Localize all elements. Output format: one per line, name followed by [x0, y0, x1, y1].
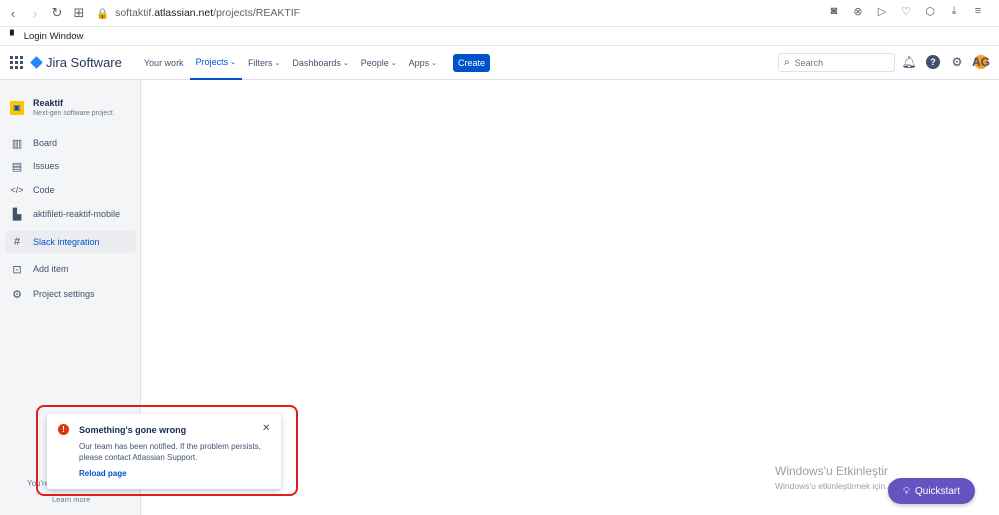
sidebar-item-slack-integration[interactable]: # Slack integration: [5, 231, 136, 253]
project-header[interactable]: ▣ Reaktif Next-gen software project: [10, 98, 113, 117]
browser-toolbar: ‹ › ↻ ⊞ 🔒 softaktif.atlassian.net/projec…: [0, 0, 999, 27]
tabs-grid-icon[interactable]: ⊞: [70, 4, 88, 22]
document-icon: ▘: [10, 30, 18, 42]
reload-icon[interactable]: ↻: [48, 4, 66, 22]
browser-actions: ◙ ⊗ ▷ ♡ ⬡ ⤓ ≡: [827, 5, 985, 18]
notifications-icon[interactable]: 🔔︎: [901, 55, 916, 69]
gear-icon: ⚙: [12, 288, 22, 301]
lock-icon: 🔒: [96, 7, 110, 20]
forward-icon[interactable]: ›: [26, 4, 44, 22]
address-bar[interactable]: 🔒 softaktif.atlassian.net/projects/REAKT…: [96, 7, 300, 20]
nav-apps[interactable]: Apps ⌄: [403, 46, 443, 80]
nav-projects[interactable]: Projects ⌄: [189, 46, 242, 80]
bookmark-login-window[interactable]: Login Window: [24, 31, 84, 42]
chevron-down-icon: ⌄: [390, 59, 397, 67]
avatar[interactable]: AG: [972, 55, 990, 69]
sidebar-item-project-settings[interactable]: ⚙ Project settings: [5, 283, 136, 305]
jira-top-nav: Jira Software Your work Projects ⌄ Filter…: [0, 46, 999, 80]
annotation-highlight: [36, 405, 298, 496]
sidebar-item-issues[interactable]: ▤ Issues: [5, 155, 136, 177]
nav-your-work[interactable]: Your work: [138, 46, 190, 80]
project-name: Reaktif: [33, 98, 64, 108]
quickstart-button[interactable]: 💡︎ Quickstart: [888, 478, 975, 504]
top-right-actions: 🔔︎ ? ⚙ AG: [901, 55, 990, 69]
board-icon: ▥: [11, 137, 23, 150]
jira-diamond-icon: [30, 56, 43, 69]
chevron-down-icon: ⌄: [230, 58, 236, 66]
lightbulb-icon: 💡︎: [902, 485, 910, 497]
sidebar-item-code[interactable]: </> Code: [5, 179, 136, 201]
chevron-down-icon: ⌄: [274, 59, 281, 67]
back-icon[interactable]: ‹: [4, 4, 22, 22]
issues-icon: ▤: [11, 160, 23, 173]
sidebar-item-board[interactable]: ▥ Board: [5, 132, 136, 154]
nav-filters[interactable]: Filters ⌄: [242, 46, 286, 80]
sidebar-item-add-item[interactable]: ⊡ Add item: [5, 258, 136, 280]
create-button[interactable]: Create: [453, 53, 491, 72]
help-icon[interactable]: ?: [926, 55, 940, 69]
search-input[interactable]: [794, 57, 885, 68]
app-switcher-icon[interactable]: [10, 55, 24, 70]
chevron-down-icon: ⌄: [431, 59, 438, 67]
menu-icon[interactable]: ≡: [971, 5, 985, 18]
shield-icon[interactable]: ⊗: [851, 5, 865, 18]
nav-dashboards[interactable]: Dashboards ⌄: [286, 46, 354, 80]
camera-icon[interactable]: ◙: [827, 5, 841, 18]
learn-more-link[interactable]: Learn more: [52, 495, 90, 504]
nav-people[interactable]: People ⌄: [355, 46, 403, 80]
url-text: softaktif.atlassian.net/projects/REAKTIF: [115, 7, 301, 19]
slack-icon: #: [13, 236, 21, 248]
add-item-icon: ⊡: [12, 263, 22, 276]
gear-icon[interactable]: ⚙: [950, 55, 964, 69]
repo-icon: ▙: [12, 208, 22, 221]
search-icon: ⌕: [784, 57, 790, 68]
cube-icon[interactable]: ⬡: [923, 5, 937, 18]
heart-icon[interactable]: ♡: [899, 5, 913, 18]
code-icon: </>: [10, 185, 24, 195]
download-icon[interactable]: ⤓: [947, 5, 961, 18]
project-type: Next-gen software project: [33, 110, 113, 117]
bookmarks-bar: ▘ Login Window: [0, 27, 999, 46]
search-box[interactable]: ⌕: [778, 53, 895, 72]
primary-nav: Your work Projects ⌄ Filters ⌄ Dashboards ⌄…: [138, 46, 491, 80]
sidebar-item-repo[interactable]: ▙ aktifileti-reaktif-mobile: [5, 203, 136, 225]
project-avatar-icon: ▣: [10, 100, 24, 115]
jira-logo[interactable]: Jira Software: [30, 55, 122, 70]
chevron-down-icon: ⌄: [342, 59, 349, 67]
send-icon[interactable]: ▷: [875, 5, 889, 18]
